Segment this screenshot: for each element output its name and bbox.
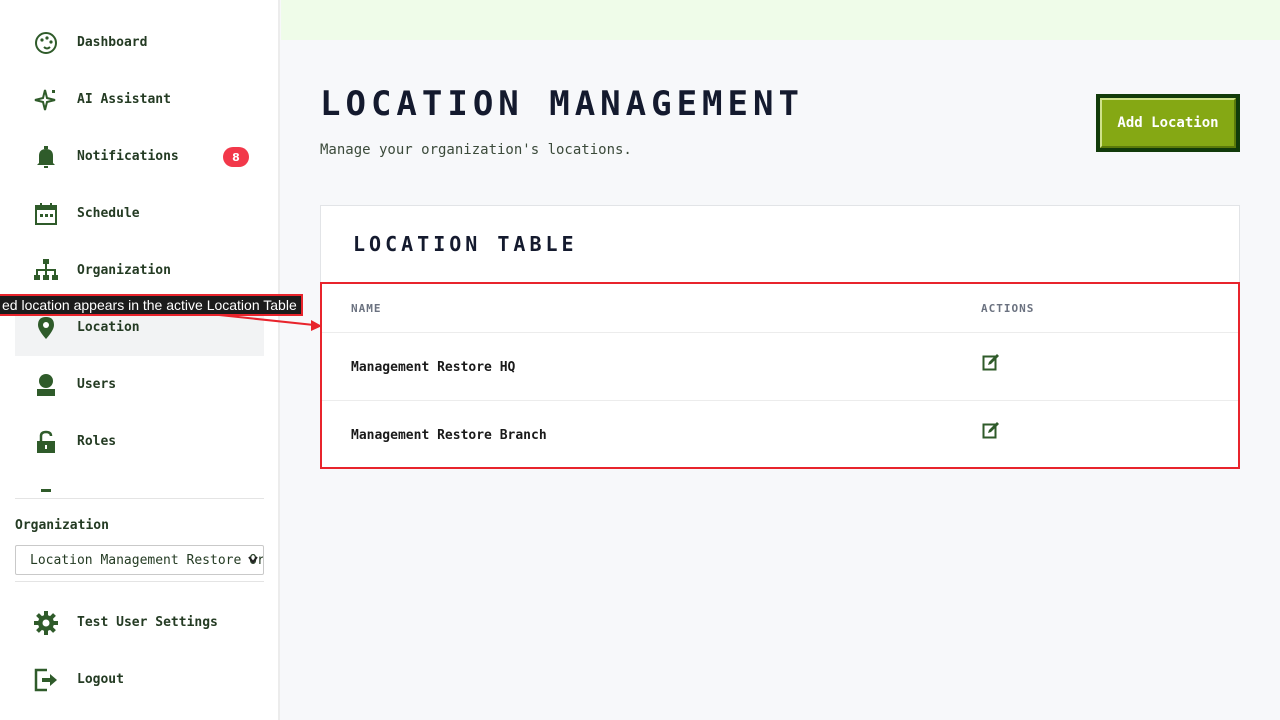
add-location-button-label: Add Location xyxy=(1100,98,1236,148)
table-header: NAME ACTIONS xyxy=(322,284,1238,333)
column-header-actions: ACTIONS xyxy=(981,302,1035,315)
table-row: Management Restore Branch xyxy=(322,401,1238,469)
sidebar-item-ai-assistant[interactable]: AI Assistant xyxy=(15,71,264,128)
table-row: Management Restore HQ xyxy=(322,333,1238,401)
sparkle-icon xyxy=(33,87,59,113)
lock-icon xyxy=(33,429,59,455)
page-subtitle: Manage your organization's locations. xyxy=(320,142,632,158)
sidebar-item-label: Schedule xyxy=(77,206,140,221)
sidebar-item-label: Organization xyxy=(77,263,171,278)
org-chart-icon xyxy=(33,258,59,284)
add-location-button[interactable]: Add Location xyxy=(1096,94,1240,152)
chevron-down-icon xyxy=(248,556,258,564)
card-title: LOCATION TABLE xyxy=(353,232,578,256)
sidebar-item-label: Users xyxy=(77,377,117,392)
notification-count-badge: 8 xyxy=(223,147,249,167)
location-table: NAME ACTIONS Management Restore HQ Manag… xyxy=(320,282,1240,469)
sidebar-item-roles[interactable]: Roles xyxy=(15,413,264,470)
sidebar-item-settings[interactable]: Test User Settings xyxy=(15,594,264,651)
location-name: Management Restore HQ xyxy=(351,360,516,375)
organization-select-value: Location Management Restore Org xyxy=(30,552,264,568)
gear-icon xyxy=(33,610,59,636)
sidebar-item-label: Notifications xyxy=(77,149,179,164)
sidebar-bottom-nav: Test User Settings Logout xyxy=(15,594,264,708)
sidebar: Dashboard AI Assistant Notifications 8 S… xyxy=(0,0,280,720)
logout-icon xyxy=(33,667,59,693)
edit-icon[interactable] xyxy=(982,421,1000,439)
sidebar-item-schedule[interactable]: Schedule xyxy=(15,185,264,242)
palette-icon xyxy=(33,30,59,56)
calendar-icon xyxy=(33,201,59,227)
organization-label: Organization xyxy=(15,518,109,533)
sidebar-item-organization[interactable]: Organization xyxy=(15,242,264,299)
location-table-card: LOCATION TABLE NAME ACTIONS Management R… xyxy=(320,205,1240,469)
sidebar-item-logout[interactable]: Logout xyxy=(15,651,264,708)
sidebar-item-label: Roles xyxy=(77,434,117,449)
sidebar-item-users[interactable]: Users xyxy=(15,356,264,413)
sidebar-item-more[interactable] xyxy=(15,470,264,492)
column-header-name: NAME xyxy=(351,302,382,315)
briefcase-icon xyxy=(33,486,59,492)
sidebar-item-label: Location xyxy=(77,320,140,335)
top-bar xyxy=(281,0,1280,40)
organization-select[interactable]: Location Management Restore Org xyxy=(15,545,264,575)
sidebar-divider xyxy=(15,498,264,499)
sidebar-item-dashboard[interactable]: Dashboard xyxy=(15,14,264,71)
annotation-label: ed location appears in the active Locati… xyxy=(0,294,303,316)
sidebar-item-label: Test User Settings xyxy=(77,615,218,630)
location-name: Management Restore Branch xyxy=(351,428,547,443)
page-title: LOCATION MANAGEMENT xyxy=(320,84,804,124)
sidebar-item-label: Dashboard xyxy=(77,35,148,50)
sidebar-nav: Dashboard AI Assistant Notifications 8 S… xyxy=(15,14,264,492)
user-icon xyxy=(33,372,59,398)
edit-icon[interactable] xyxy=(982,353,1000,371)
sidebar-divider xyxy=(15,581,264,582)
sidebar-item-notifications[interactable]: Notifications 8 xyxy=(15,128,264,185)
sidebar-item-label: AI Assistant xyxy=(77,92,171,107)
map-pin-icon xyxy=(33,315,59,341)
bell-icon xyxy=(33,144,59,170)
sidebar-item-label: Logout xyxy=(77,672,124,687)
